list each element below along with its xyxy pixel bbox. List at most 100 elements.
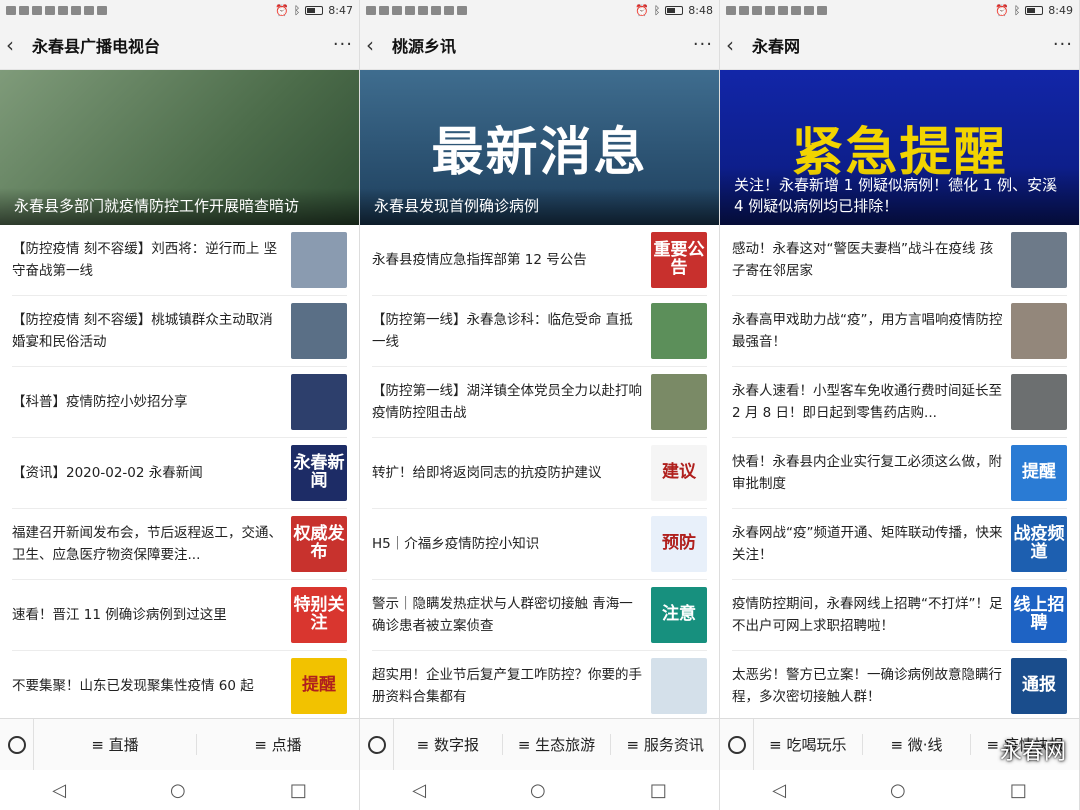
status-icon <box>817 5 827 15</box>
status-icon <box>752 5 762 15</box>
article-thumbnail <box>651 303 707 359</box>
list-item-title: 疫情防控期间，永春网线上招聘“不打烊”！足不出户可网上求职招聘啦！ <box>732 596 1003 634</box>
list-item[interactable]: 【防控疫情 刻不容缓】桃城镇群众主动取消婚宴和民俗活动 <box>12 296 347 367</box>
article-thumbnail: 建议 <box>651 445 707 501</box>
list-item[interactable]: 【防控第一线】湖洋镇全体党员全力以赴打响疫情防控阻击战 <box>372 367 707 438</box>
list-item-title: 永春高甲戏助力战“疫”，用方言唱响疫情防控最强音！ <box>732 312 1003 350</box>
alarm-icon: ⏰ <box>634 3 649 17</box>
list-item[interactable]: 永春人速看！小型客车免收通行费时间延长至 2 月 8 日！即日起到零售药店购..… <box>732 367 1067 438</box>
back-icon[interactable]: ‹ <box>366 33 388 57</box>
hero-banner[interactable]: 最新消息 永春县发现首例确诊病例 <box>360 70 719 225</box>
nav-home-icon[interactable]: ○ <box>890 780 906 801</box>
account-title: 永春县广播电视台 <box>32 36 161 56</box>
menu-icon: ≡ <box>416 736 434 754</box>
menu-tab[interactable]: ≡ 数字报 <box>394 734 503 755</box>
more-icon[interactable]: ··· <box>333 34 353 55</box>
status-icon <box>32 5 42 15</box>
back-icon[interactable]: ‹ <box>726 33 748 57</box>
list-item[interactable]: 福建召开新闻发布会，节后返程返工，交通、卫生、应急医疗物资保障要注... 权威发布 <box>12 509 347 580</box>
list-item[interactable]: 警示｜隐瞒发热症状与人群密切接触 青海一确诊患者被立案侦查 注意 <box>372 580 707 651</box>
list-item[interactable]: 快看！永春县内企业实行复工必须这么做，附审批制度 提醒 <box>732 438 1067 509</box>
status-icon <box>444 5 454 15</box>
article-list: 感动！永春这对“警医夫妻档”战斗在疫线 孩子寄在邻居家永春高甲戏助力战“疫”，用… <box>720 225 1079 722</box>
menu-icon: ≡ <box>517 736 536 754</box>
status-time: 8:48 <box>688 3 713 17</box>
nav-back-icon[interactable]: ◁ <box>772 780 786 801</box>
menu-tab[interactable]: ≡ 点播 <box>197 734 359 755</box>
menu-tab[interactable]: ≡ 吃喝玩乐 <box>754 734 863 755</box>
status-time: 8:47 <box>328 3 353 17</box>
list-item-title: 【资讯】2020-02-02 永春新闻 <box>12 465 203 481</box>
list-item[interactable]: 【防控第一线】永春急诊科：临危受命 直抵一线 <box>372 296 707 367</box>
status-icon <box>457 5 467 15</box>
menu-tab-label: 数字报 <box>434 736 480 754</box>
status-icon <box>71 5 81 15</box>
menu-icon: ≡ <box>890 736 908 754</box>
article-thumbnail <box>291 303 347 359</box>
list-item[interactable]: 【科普】疫情防控小妙招分享 <box>12 367 347 438</box>
hero-banner[interactable]: 永春县多部门就疫情防控工作开展暗查暗访 <box>0 70 359 225</box>
keyboard-icon[interactable] <box>720 718 754 771</box>
list-item[interactable]: 永春县疫情应急指挥部第 12 号公告 重要公告 <box>372 225 707 296</box>
account-title: 桃源乡讯 <box>392 36 457 56</box>
list-item[interactable]: 超实用！企业节后复产复工咋防控？你要的手册资料合集都有 <box>372 651 707 722</box>
status-icon <box>418 5 428 15</box>
list-item-title: 【防控疫情 刻不容缓】刘西将：逆行而上 坚守奋战第一线 <box>12 241 278 279</box>
list-item-title: 永春县疫情应急指挥部第 12 号公告 <box>372 252 587 268</box>
nav-back-icon[interactable]: ◁ <box>52 780 66 801</box>
list-item[interactable]: H5｜介福乡疫情防控小知识 预防 <box>372 509 707 580</box>
more-icon[interactable]: ··· <box>693 34 713 55</box>
title-bar: ‹ 永春网 ··· <box>720 20 1079 70</box>
article-thumbnail <box>291 374 347 430</box>
menu-tab[interactable]: ≡ 微·线 <box>863 734 972 755</box>
list-item[interactable]: 【防控疫情 刻不容缓】刘西将：逆行而上 坚守奋战第一线 <box>12 225 347 296</box>
menu-tab-label: 点播 <box>271 736 302 754</box>
status-icon <box>84 5 94 15</box>
list-item[interactable]: 速看！晋江 11 例确诊病例到过这里 特别关注 <box>12 580 347 651</box>
list-item[interactable]: 太恶劣！警方已立案！一确诊病例故意隐瞒行程，多次密切接触人群！ 通报 <box>732 651 1067 722</box>
keyboard-icon[interactable] <box>0 718 34 771</box>
nav-home-icon[interactable]: ○ <box>530 780 546 801</box>
list-item[interactable]: 永春高甲戏助力战“疫”，用方言唱响疫情防控最强音！ <box>732 296 1067 367</box>
list-item-title: 【防控第一线】湖洋镇全体党员全力以赴打响疫情防控阻击战 <box>372 383 642 421</box>
back-icon[interactable]: ‹ <box>6 33 28 57</box>
menu-tab[interactable]: ≡ 直播 <box>34 734 197 755</box>
keyboard-icon[interactable] <box>360 718 394 771</box>
nav-recents-icon[interactable]: □ <box>290 780 307 801</box>
list-item-title: 快看！永春县内企业实行复工必须这么做，附审批制度 <box>732 454 1002 492</box>
battery-icon <box>305 5 324 15</box>
list-item[interactable]: 感动！永春这对“警医夫妻档”战斗在疫线 孩子寄在邻居家 <box>732 225 1067 296</box>
article-list: 【防控疫情 刻不容缓】刘西将：逆行而上 坚守奋战第一线【防控疫情 刻不容缓】桃城… <box>0 225 359 722</box>
status-icon <box>778 5 788 15</box>
list-item[interactable]: 不要集聚！山东已发现聚集性疫情 60 起 提醒 <box>12 651 347 722</box>
nav-recents-icon[interactable]: □ <box>1010 780 1027 801</box>
menu-tab[interactable]: ≡ 生态旅游 <box>503 734 612 755</box>
status-icon <box>45 5 55 15</box>
account-title: 永春网 <box>752 36 801 56</box>
nav-back-icon[interactable]: ◁ <box>412 780 426 801</box>
status-bar: ⏰ ᛒ 8:48 <box>360 0 719 20</box>
hero-banner[interactable]: 紧急提醒 关注！永春新增 1 例疑似病例！德化 1 例、安溪 4 例疑似病例均已排… <box>720 70 1079 225</box>
article-thumbnail: 线上招聘 <box>1011 587 1067 643</box>
status-icon <box>379 5 389 15</box>
phone-screen-3: ⏰ ᛒ 8:49 ‹ 永春网 ··· 紧急提醒 关注！永春新增 1 例疑似病例！德化 1 例、… <box>720 0 1080 810</box>
nav-recents-icon[interactable]: □ <box>650 780 667 801</box>
list-item[interactable]: 【资讯】2020-02-02 永春新闻 永春新闻 <box>12 438 347 509</box>
menu-tab[interactable]: ≡ 服务资讯 <box>611 734 719 755</box>
alarm-icon: ⏰ <box>274 3 289 17</box>
nav-home-icon[interactable]: ○ <box>170 780 186 801</box>
list-item-title: 速看！晋江 11 例确诊病例到过这里 <box>12 607 227 623</box>
status-icon <box>405 5 415 15</box>
list-item-title: 转扩！给即将返岗同志的抗疫防护建议 <box>372 465 602 481</box>
phone-screen-1: ⏰ ᛒ 8:47 ‹ 永春县广播电视台 ··· 永春县多部门就疫情防控工作开展暗查暗访 【防控… <box>0 0 360 810</box>
article-thumbnail: 通报 <box>1011 658 1067 714</box>
article-thumbnail <box>1011 374 1067 430</box>
article-thumbnail: 特别关注 <box>291 587 347 643</box>
menu-icon: ≡ <box>254 736 272 754</box>
more-icon[interactable]: ··· <box>1053 34 1073 55</box>
android-nav-bar: ◁ ○ □ <box>720 770 1079 810</box>
list-item[interactable]: 转扩！给即将返岗同志的抗疫防护建议 建议 <box>372 438 707 509</box>
article-thumbnail: 提醒 <box>291 658 347 714</box>
list-item[interactable]: 永春网战“疫”频道开通、矩阵联动传播，快来关注！ 战疫频道 <box>732 509 1067 580</box>
list-item[interactable]: 疫情防控期间，永春网线上招聘“不打烊”！足不出户可网上求职招聘啦！ 线上招聘 <box>732 580 1067 651</box>
